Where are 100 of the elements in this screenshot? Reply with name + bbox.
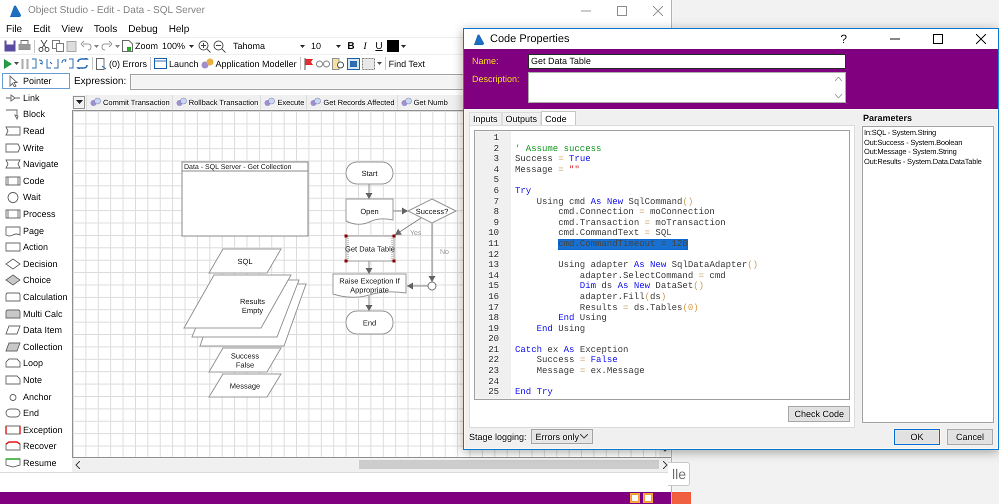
palette-item[interactable]: Decision — [2, 256, 70, 272]
bold-button[interactable]: B — [345, 40, 358, 52]
line-number: 19 — [487, 324, 500, 334]
line-number: 10 — [487, 228, 500, 239]
name-field[interactable]: Get Data Table — [528, 54, 846, 69]
palette-item[interactable]: Read — [2, 123, 70, 139]
font-dropdown[interactable]: Tahoma — [231, 39, 308, 54]
line-number: 21 — [487, 344, 500, 356]
tab[interactable]: Code — [541, 111, 576, 125]
app-logo-icon — [8, 4, 22, 17]
palette-item[interactable]: Data Item — [2, 322, 70, 338]
palette-item[interactable]: Code — [2, 172, 70, 189]
undo-icon[interactable] — [80, 40, 92, 52]
tab[interactable]: Inputs — [469, 112, 502, 125]
application-modeller-button[interactable]: Application Modeller — [200, 58, 297, 70]
underline-button[interactable]: U — [373, 40, 386, 52]
app-icon[interactable] — [630, 493, 640, 504]
tabs-dropdown-button[interactable] — [73, 96, 85, 109]
code-line: adapter.Fill(ds) — [580, 292, 666, 302]
stage-logging-dropdown[interactable]: Errors only — [530, 429, 593, 444]
line-number: 12 — [487, 250, 500, 260]
errors-button[interactable]: (0) Errors — [96, 58, 147, 70]
menu-item[interactable]: Tools — [94, 24, 118, 35]
menu-item[interactable]: File — [6, 24, 22, 35]
help-button[interactable]: ? — [840, 32, 847, 46]
launch-button[interactable]: Launch — [154, 58, 199, 70]
palette-item[interactable]: Block — [2, 106, 70, 122]
palette-item[interactable]: Choice — [2, 272, 70, 288]
connector-arrow — [392, 207, 408, 214]
background-button[interactable]: lle — [668, 462, 690, 486]
save-icon[interactable] — [4, 40, 16, 52]
page-zoom-icon[interactable] — [122, 40, 133, 52]
check-code-button[interactable]: Check Code — [788, 406, 850, 422]
dropdown-caret-icon[interactable] — [376, 62, 382, 66]
dropdown-caret-icon[interactable] — [14, 62, 19, 66]
palette-item[interactable]: Recover — [2, 438, 70, 454]
step-over-icon[interactable] — [46, 58, 59, 70]
scrollbar-thumb[interactable] — [359, 460, 659, 470]
scroll-right-icon[interactable] — [663, 460, 668, 469]
choice-shape-icon — [5, 274, 21, 286]
italic-button[interactable]: I — [359, 40, 372, 52]
wait-shape-icon — [5, 191, 21, 204]
zoom-in-icon[interactable] — [198, 40, 212, 53]
selection-icon[interactable] — [362, 58, 375, 70]
copy-icon[interactable] — [52, 40, 64, 52]
find-document-icon[interactable] — [332, 58, 345, 70]
menu-item[interactable]: View — [61, 24, 83, 35]
palette-item[interactable]: Wait — [2, 190, 70, 206]
palette-item[interactable]: Anchor — [2, 388, 70, 404]
palette-item[interactable]: Pointer — [2, 73, 70, 90]
palette-item[interactable]: Calculation — [2, 289, 70, 305]
step-out-icon[interactable] — [61, 58, 74, 70]
maximize-icon[interactable] — [933, 34, 943, 44]
zoom-dropdown[interactable]: 100% — [160, 39, 196, 54]
code-line: Success = True — [515, 154, 591, 165]
code-line: End Try — [515, 387, 553, 398]
zoom-out-icon[interactable] — [213, 40, 226, 53]
cancel-button[interactable]: Cancel — [947, 428, 993, 444]
palette-item[interactable]: Resume — [2, 455, 70, 471]
code-line: cmd.Connection = moConnection — [558, 207, 715, 218]
find-text-button[interactable]: Find Text — [388, 58, 425, 69]
palette-item[interactable]: Note — [2, 372, 70, 388]
palette-item[interactable]: Navigate — [2, 156, 70, 172]
glasses-icon[interactable] — [316, 60, 330, 68]
dropdown-caret-icon[interactable] — [336, 44, 342, 48]
text-color-swatch[interactable] — [387, 40, 400, 52]
dropdown-caret-icon[interactable] — [189, 44, 194, 48]
window-icon[interactable] — [346, 58, 360, 70]
palette-item[interactable]: Process — [2, 206, 70, 222]
palette-item[interactable]: End — [2, 405, 70, 421]
palette-item[interactable]: Loop — [2, 356, 70, 372]
step-in-icon[interactable] — [31, 58, 44, 70]
tab[interactable]: Outputs — [502, 112, 542, 125]
refresh-icon[interactable] — [76, 58, 89, 70]
app-icon[interactable] — [643, 493, 653, 504]
palette-item[interactable]: Page — [2, 222, 70, 238]
font-size-dropdown[interactable]: 10 — [309, 39, 344, 54]
close-icon[interactable] — [976, 34, 986, 44]
code-line: Using cmd As New SqlCommand() — [536, 196, 694, 208]
menu-item[interactable]: Debug — [128, 24, 158, 35]
dropdown-caret-icon[interactable] — [300, 44, 306, 48]
print-icon[interactable] — [18, 40, 31, 52]
palette-item[interactable]: Write — [2, 140, 70, 156]
ok-button[interactable]: OK — [894, 428, 940, 444]
menu-item[interactable]: Edit — [33, 24, 50, 35]
code-editor[interactable] — [474, 130, 850, 400]
cut-icon[interactable] — [38, 40, 50, 52]
play-icon[interactable] — [4, 58, 12, 69]
line-number: 1 — [492, 133, 500, 144]
palette-item[interactable]: Action — [2, 239, 70, 255]
palette-item[interactable]: Exception — [2, 422, 70, 438]
scroll-left-icon[interactable] — [75, 460, 80, 469]
puzzle-icon — [310, 97, 322, 108]
palette-item[interactable]: Collection — [2, 338, 70, 355]
flag-icon[interactable] — [304, 58, 314, 70]
redo-icon[interactable] — [101, 40, 113, 52]
menu-item[interactable]: Help — [168, 24, 190, 35]
palette-item[interactable]: Multi Calc — [2, 306, 70, 322]
palette-item[interactable]: Link — [2, 90, 70, 106]
dropdown-caret-icon[interactable] — [401, 44, 406, 48]
